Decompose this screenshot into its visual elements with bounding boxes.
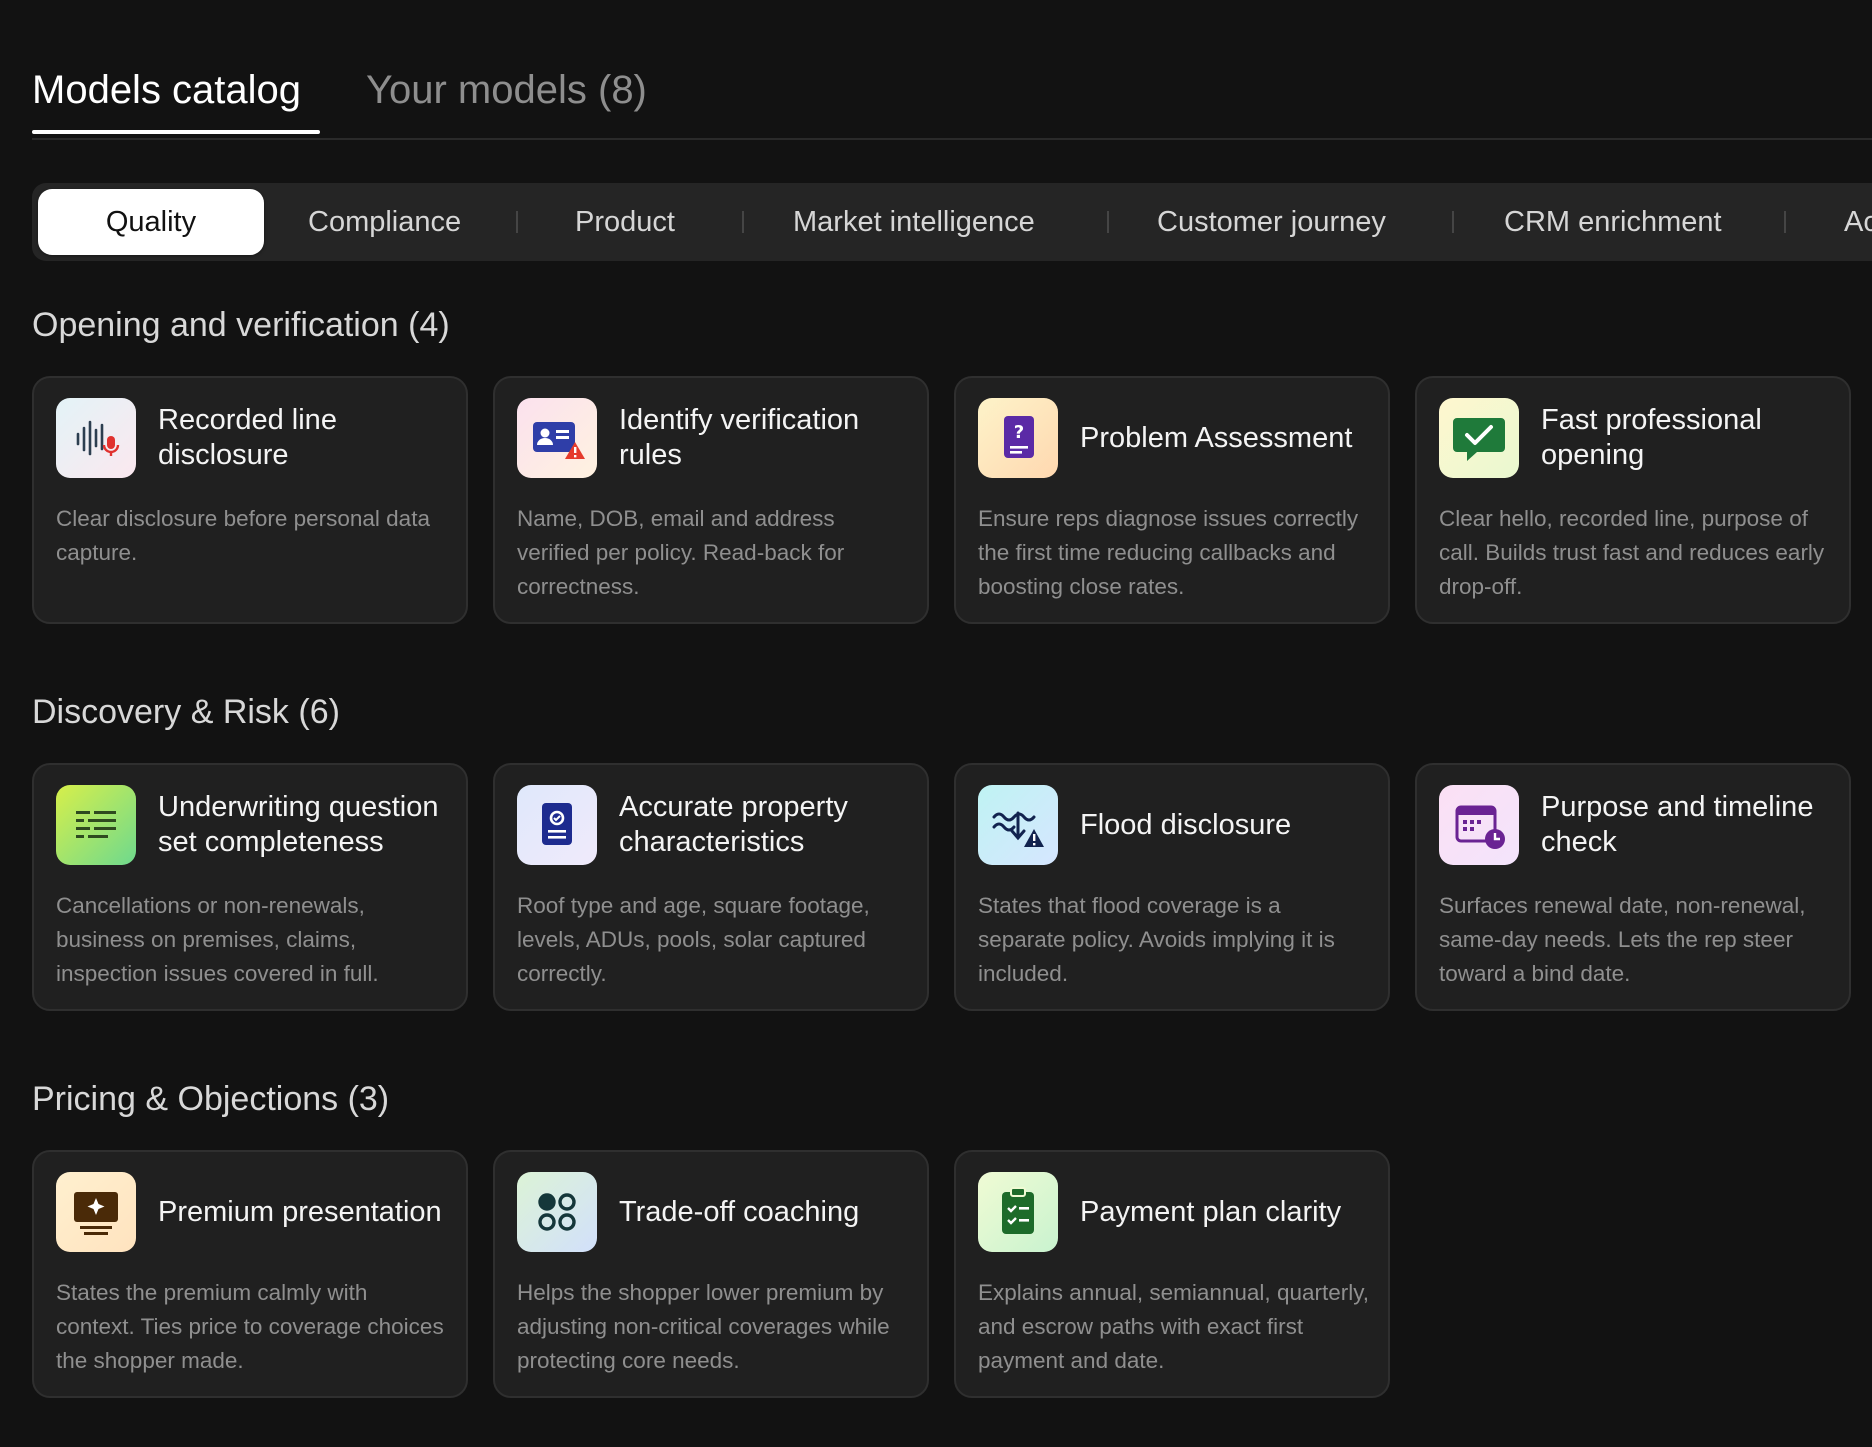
category-market-intelligence[interactable]: Market intelligence — [793, 189, 1035, 255]
card-description: Clear hello, recorded line, purpose of c… — [1439, 506, 1825, 599]
card-description: Ensure reps diagnose issues correctly th… — [978, 506, 1359, 599]
category-compliance[interactable]: Compliance — [308, 189, 461, 255]
category-divider — [516, 211, 518, 233]
card-title: Premium presentation — [158, 1195, 442, 1228]
tab-your-models-label: Your models (8) — [366, 68, 647, 112]
card-title: Trade-off coaching — [619, 1195, 860, 1228]
tab-models-catalog[interactable]: Models catalog — [32, 62, 320, 134]
four-circles-icon — [517, 1172, 597, 1252]
card-description: Name, DOB, email and address verified pe… — [517, 506, 845, 599]
model-card-underwriting[interactable]: Underwriting question set completeness C… — [32, 763, 468, 1011]
card-title: Identify verification rules — [619, 404, 860, 471]
section-title-pricing: Pricing & Objections (3) — [32, 1080, 390, 1118]
model-card-fast-opening[interactable]: Fast professional opening Clear hello, r… — [1415, 376, 1851, 624]
section-title-discovery: Discovery & Risk (6) — [32, 693, 340, 731]
model-card-premium-presentation[interactable]: Premium presentation States the premium … — [32, 1150, 468, 1398]
category-quality[interactable]: Quality — [38, 189, 264, 255]
flood-warning-icon — [978, 785, 1058, 865]
category-more[interactable]: Ac — [1844, 189, 1872, 255]
card-description: Helps the shopper lower premium by adjus… — [517, 1280, 890, 1373]
card-description: States that flood coverage is a separate… — [978, 893, 1335, 986]
category-customer-journey[interactable]: Customer journey — [1157, 189, 1386, 255]
category-divider — [1784, 211, 1786, 233]
top-tabs: Models catalog Your models (8) — [32, 62, 1872, 140]
card-description: Surfaces renewal date, non-renewal, same… — [1439, 893, 1806, 986]
clipboard-check-icon — [978, 1172, 1058, 1252]
card-description: Cancellations or non-renewals, business … — [56, 893, 379, 986]
certificate-icon — [517, 785, 597, 865]
category-product[interactable]: Product — [575, 189, 675, 255]
id-card-warning-icon — [517, 398, 597, 478]
card-description: States the premium calmly with context. … — [56, 1280, 444, 1373]
model-card-identify-verification[interactable]: Identify verification rules Name, DOB, e… — [493, 376, 929, 624]
card-title: Payment plan clarity — [1080, 1195, 1342, 1228]
model-card-recorded-line[interactable]: Recorded line disclosure Clear disclosur… — [32, 376, 468, 624]
presentation-sparkle-icon — [56, 1172, 136, 1252]
card-title: Problem Assessment — [1080, 421, 1353, 454]
category-divider — [742, 211, 744, 233]
list-lines-icon — [56, 785, 136, 865]
card-title: Recorded line disclosure — [158, 404, 337, 471]
card-title: Flood disclosure — [1080, 808, 1292, 841]
card-title: Accurate property characteristics — [619, 791, 848, 858]
question-document-icon: ? — [978, 398, 1058, 478]
model-card-property[interactable]: Accurate property characteristics Roof t… — [493, 763, 929, 1011]
card-title: Purpose and timeline check — [1541, 791, 1814, 858]
card-title: Underwriting question set completeness — [158, 791, 439, 858]
card-title: Fast professional opening — [1541, 404, 1762, 471]
tab-models-catalog-label: Models catalog — [32, 68, 302, 112]
model-card-payment-plan[interactable]: Payment plan clarity Explains annual, se… — [954, 1150, 1390, 1398]
model-card-flood[interactable]: Flood disclosure States that flood cover… — [954, 763, 1390, 1011]
check-chat-icon — [1439, 398, 1519, 478]
section-title-opening: Opening and verification (4) — [32, 306, 450, 344]
card-description: Explains annual, semiannual, quarterly, … — [978, 1280, 1370, 1373]
model-card-trade-off[interactable]: Trade-off coaching Helps the shopper low… — [493, 1150, 929, 1398]
active-tab-underline — [32, 130, 320, 134]
card-description: Roof type and age, square footage, level… — [517, 893, 870, 986]
svg-text:?: ? — [1014, 422, 1024, 443]
tab-your-models[interactable]: Your models (8) — [366, 62, 647, 118]
model-card-problem-assessment[interactable]: ? Problem Assessment Ensure reps diagnos… — [954, 376, 1390, 624]
soundwave-mic-icon — [56, 398, 136, 478]
category-filter: Quality Compliance Product Market intell… — [32, 183, 1872, 261]
category-divider — [1452, 211, 1454, 233]
category-divider — [1107, 211, 1109, 233]
card-description: Clear disclosure before personal data ca… — [56, 506, 430, 565]
category-crm-enrichment[interactable]: CRM enrichment — [1504, 189, 1722, 255]
calendar-clock-icon — [1439, 785, 1519, 865]
model-card-purpose-timeline[interactable]: Purpose and timeline check Surfaces rene… — [1415, 763, 1851, 1011]
